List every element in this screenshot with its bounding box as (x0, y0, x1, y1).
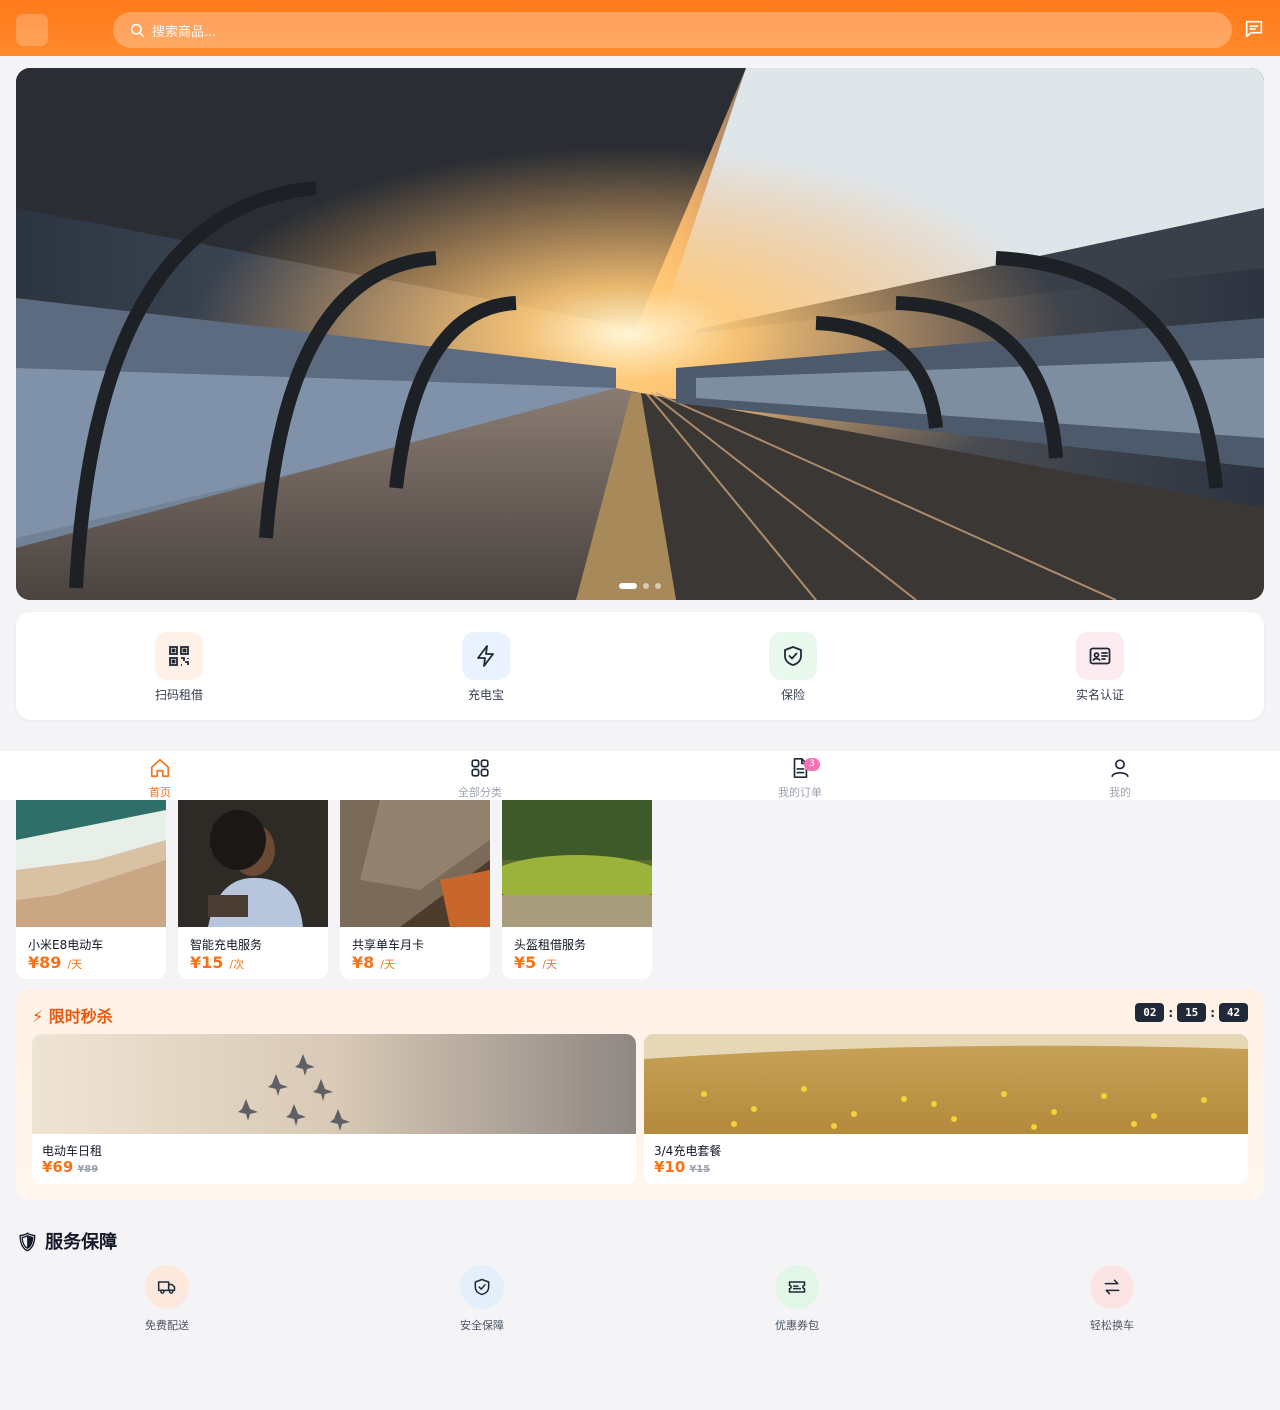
home-icon (150, 758, 170, 778)
bottom-nav: 首页 全部分类 3 我的订单 我的 (0, 751, 1280, 800)
nav-home[interactable]: 首页 (100, 757, 220, 800)
service-safety[interactable]: 安全保障 (422, 1265, 542, 1333)
quick-action-label: 充电宝 (467, 688, 504, 702)
flash-sale-card[interactable]: 电动车日租 ¥69 ¥89 (32, 1034, 636, 1184)
flash-sale-card[interactable]: 3/4充电套餐 ¥10 ¥15 (644, 1034, 1248, 1184)
flash-sale-image (644, 1034, 1248, 1134)
search-input[interactable]: 搜索商品... (152, 21, 216, 40)
product-name: 小米E8电动车 (28, 938, 104, 952)
quick-action-label: 保险 (780, 688, 805, 702)
product-name: 头盔租借服务 (514, 938, 587, 952)
service-coupons[interactable]: 优惠券包 (737, 1265, 857, 1333)
quick-action-scan[interactable]: 扫码租借 (119, 632, 239, 703)
product-card[interactable]: 头盔租借服务 ¥5/天 (502, 800, 652, 979)
service-free-delivery[interactable]: 免费配送 (107, 1265, 227, 1333)
flash-sale-name: 3/4充电套餐 (654, 1144, 722, 1158)
truck-icon (145, 1265, 189, 1309)
service-swap[interactable]: 轻松换车 (1052, 1265, 1172, 1333)
flash-sale-title: ⚡ 限时秒杀 (32, 1007, 113, 1026)
top-header: 搜索商品... (0, 0, 1280, 56)
product-card[interactable]: 小米E8电动车 ¥89/天 (16, 800, 166, 979)
quick-action-powerbank[interactable]: 充电宝 (426, 632, 546, 703)
flash-sale-name: 电动车日租 (42, 1144, 103, 1158)
carousel-dot[interactable] (619, 583, 637, 589)
quick-action-label: 实名认证 (1075, 688, 1124, 702)
service-label: 安全保障 (460, 1319, 504, 1332)
quick-action-verify[interactable]: 实名认证 (1040, 632, 1160, 703)
nav-label: 我的订单 (778, 786, 822, 799)
service-label: 免费配送 (145, 1319, 189, 1332)
search-icon (130, 23, 144, 37)
flash-sale-image (32, 1034, 636, 1134)
product-image (16, 800, 166, 927)
message-icon[interactable] (1243, 18, 1265, 40)
quick-action-insurance[interactable]: 保险 (733, 632, 853, 703)
timer-separator: : (1210, 1005, 1215, 1020)
carousel-dot[interactable] (655, 583, 661, 589)
grid-icon (471, 759, 489, 777)
service-label: 优惠券包 (775, 1319, 819, 1332)
nav-label: 首页 (149, 786, 171, 799)
timer-separator: : (1168, 1005, 1174, 1020)
flash-sale-section: ⚡ 限时秒杀 02 : 15 : 42 电动车日租 ¥69 ¥89 3/4充电套… (16, 989, 1264, 1200)
product-name: 共享单车月卡 (352, 938, 425, 952)
product-price: ¥8/天 (352, 953, 395, 972)
services-title: 🛡 服务保障 (16, 1232, 118, 1253)
timer-hours: 02 (1135, 1003, 1165, 1022)
product-card[interactable]: 智能充电服务 ¥15/次 (178, 800, 328, 979)
service-label: 轻松换车 (1090, 1319, 1134, 1332)
ticket-icon (775, 1265, 819, 1309)
nav-orders[interactable]: 3 我的订单 (740, 757, 860, 800)
original-price: ¥89 (77, 1164, 99, 1175)
product-name: 智能充电服务 (190, 938, 263, 952)
banner-image (16, 68, 1264, 600)
nav-label: 我的 (1109, 786, 1131, 799)
order-count-badge: 3 (804, 758, 820, 771)
shield-check-icon (769, 632, 817, 680)
shield-check-icon (460, 1265, 504, 1309)
product-price: ¥89/天 (28, 953, 83, 972)
product-image (502, 800, 652, 927)
nav-categories[interactable]: 全部分类 (420, 757, 540, 800)
timer-minutes: 15 (1177, 1003, 1207, 1022)
id-card-icon (1076, 632, 1124, 680)
flash-sale-price: ¥69 ¥89 (42, 1158, 99, 1176)
product-image (178, 800, 328, 927)
product-price: ¥5/天 (514, 953, 557, 972)
timer-seconds: 42 (1219, 1003, 1248, 1022)
product-image (340, 800, 490, 927)
flash-sale-price: ¥10 ¥15 (654, 1158, 711, 1176)
search-bar[interactable]: 搜索商品... (113, 12, 1232, 48)
nav-label: 全部分类 (458, 786, 502, 799)
carousel-indicator[interactable] (619, 583, 661, 589)
user-icon (1111, 759, 1129, 778)
swap-icon (1090, 1265, 1134, 1309)
original-price: ¥15 (689, 1164, 711, 1175)
product-price: ¥15/次 (190, 953, 245, 972)
lightning-icon (462, 632, 510, 680)
product-card[interactable]: 共享单车月卡 ¥8/天 (340, 800, 490, 979)
nav-profile[interactable]: 我的 (1060, 757, 1180, 800)
quick-actions-card: 扫码租借 充电宝 保险 实名认证 (16, 612, 1264, 720)
hero-banner[interactable] (16, 68, 1264, 600)
qr-code-icon (155, 632, 203, 680)
quick-action-label: 扫码租借 (154, 688, 203, 702)
carousel-dot[interactable] (643, 583, 649, 589)
countdown-timer: 02 : 15 : 42 (1135, 1003, 1248, 1022)
app-logo[interactable] (16, 14, 48, 46)
